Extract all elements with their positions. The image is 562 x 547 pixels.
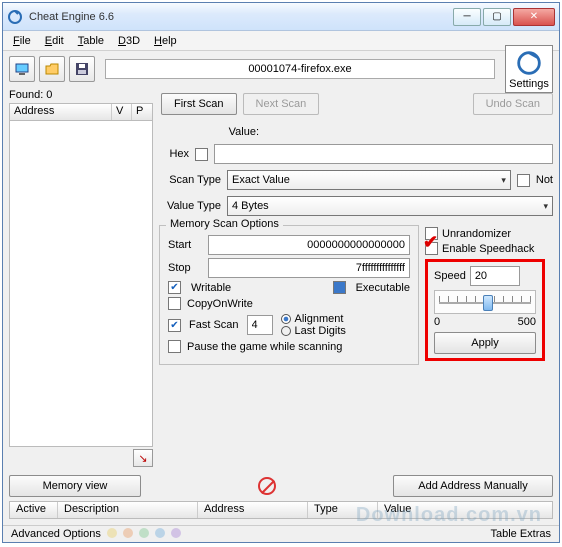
- minimize-button[interactable]: ─: [453, 8, 481, 26]
- executable-checkbox[interactable]: [333, 281, 346, 294]
- memopts-legend: Memory Scan Options: [166, 218, 283, 230]
- app-icon: [7, 9, 23, 25]
- writable-label: Writable: [191, 282, 231, 294]
- no-icon[interactable]: [258, 477, 276, 495]
- results-list[interactable]: [9, 121, 153, 447]
- fastscan-input[interactable]: [247, 315, 273, 335]
- alignment-label: Alignment: [295, 313, 344, 325]
- menu-file[interactable]: File: [7, 33, 37, 49]
- window-title: Cheat Engine 6.6: [29, 11, 453, 23]
- copyonwrite-checkbox[interactable]: [168, 297, 181, 310]
- red-checkmark-icon: ✔: [423, 232, 438, 253]
- watermark-dots: [107, 528, 181, 540]
- speed-input[interactable]: [470, 266, 520, 286]
- lastdigits-label: Last Digits: [295, 325, 346, 337]
- maximize-button[interactable]: ▢: [483, 8, 511, 26]
- hex-checkbox[interactable]: [195, 148, 208, 161]
- open-process-button[interactable]: [9, 56, 35, 82]
- save-button[interactable]: [69, 56, 95, 82]
- speed-slider[interactable]: [434, 290, 536, 314]
- scantype-label: Scan Type: [159, 174, 221, 186]
- speed-label: Speed: [434, 270, 466, 282]
- executable-label: Executable: [356, 282, 410, 294]
- unrandomizer-label: Unrandomizer: [442, 228, 511, 240]
- speedhack-panel: Speed 0 500 Apply: [425, 259, 545, 361]
- found-count: Found: 0: [9, 89, 153, 101]
- col-p[interactable]: P: [132, 104, 152, 120]
- process-bar[interactable]: 00001074-firefox.exe: [105, 59, 495, 79]
- slider-min: 0: [434, 316, 440, 328]
- col-desc[interactable]: Description: [58, 502, 198, 518]
- fastscan-label: Fast Scan: [189, 319, 239, 331]
- valuetype-combo[interactable]: 4 Bytes: [227, 196, 553, 216]
- start-input[interactable]: [208, 235, 410, 255]
- pause-checkbox[interactable]: [168, 340, 181, 353]
- start-label: Start: [168, 239, 202, 251]
- address-table-header: Active Description Address Type Value: [9, 501, 553, 519]
- slider-max: 500: [518, 316, 536, 328]
- col-address[interactable]: Address: [10, 104, 112, 120]
- folder-open-icon: [44, 61, 60, 77]
- stop-label: Stop: [168, 262, 202, 274]
- cheatengine-logo-icon: [514, 48, 544, 78]
- results-header: Address V P: [9, 103, 153, 121]
- fastscan-checkbox[interactable]: ✔: [168, 319, 181, 332]
- col-address2[interactable]: Address: [198, 502, 308, 518]
- hex-label: Hex: [159, 148, 189, 160]
- process-name: 00001074-firefox.exe: [248, 63, 351, 75]
- pause-label: Pause the game while scanning: [187, 341, 342, 353]
- value-input[interactable]: [214, 144, 553, 164]
- not-checkbox[interactable]: [517, 174, 530, 187]
- table-extras[interactable]: Table Extras: [490, 528, 551, 540]
- lastdigits-radio[interactable]: [281, 326, 291, 336]
- open-file-button[interactable]: [39, 56, 65, 82]
- floppy-icon: [74, 61, 90, 77]
- value-label: Value:: [159, 126, 259, 138]
- menu-table[interactable]: Table: [72, 33, 110, 49]
- apply-button[interactable]: Apply: [434, 332, 536, 354]
- writable-checkbox[interactable]: ✔: [168, 281, 181, 294]
- add-address-button[interactable]: Add Address Manually: [393, 475, 553, 497]
- memory-view-button[interactable]: Memory view: [9, 475, 141, 497]
- settings-button[interactable]: Settings: [505, 45, 553, 93]
- next-scan-button: Next Scan: [243, 93, 320, 115]
- scantype-combo[interactable]: Exact Value: [227, 170, 511, 190]
- menu-edit[interactable]: Edit: [39, 33, 70, 49]
- col-type[interactable]: Type: [308, 502, 378, 518]
- copyonwrite-label: CopyOnWrite: [187, 298, 253, 310]
- valuetype-label: Value Type: [159, 200, 221, 212]
- not-label: Not: [536, 174, 553, 186]
- speedhack-label: Enable Speedhack: [442, 243, 534, 255]
- move-down-button[interactable]: ↘: [133, 449, 153, 467]
- col-value[interactable]: Value: [378, 502, 552, 518]
- col-v[interactable]: V: [112, 104, 132, 120]
- advanced-options[interactable]: Advanced Options: [11, 528, 101, 540]
- menu-help[interactable]: Help: [148, 33, 183, 49]
- menu-d3d[interactable]: D3D: [112, 33, 146, 49]
- stop-input[interactable]: [208, 258, 410, 278]
- monitor-icon: [14, 61, 30, 77]
- undo-scan-button: Undo Scan: [473, 93, 553, 115]
- close-button[interactable]: ✕: [513, 8, 555, 26]
- first-scan-button[interactable]: First Scan: [161, 93, 237, 115]
- alignment-radio[interactable]: [281, 314, 291, 324]
- col-active[interactable]: Active: [10, 502, 58, 518]
